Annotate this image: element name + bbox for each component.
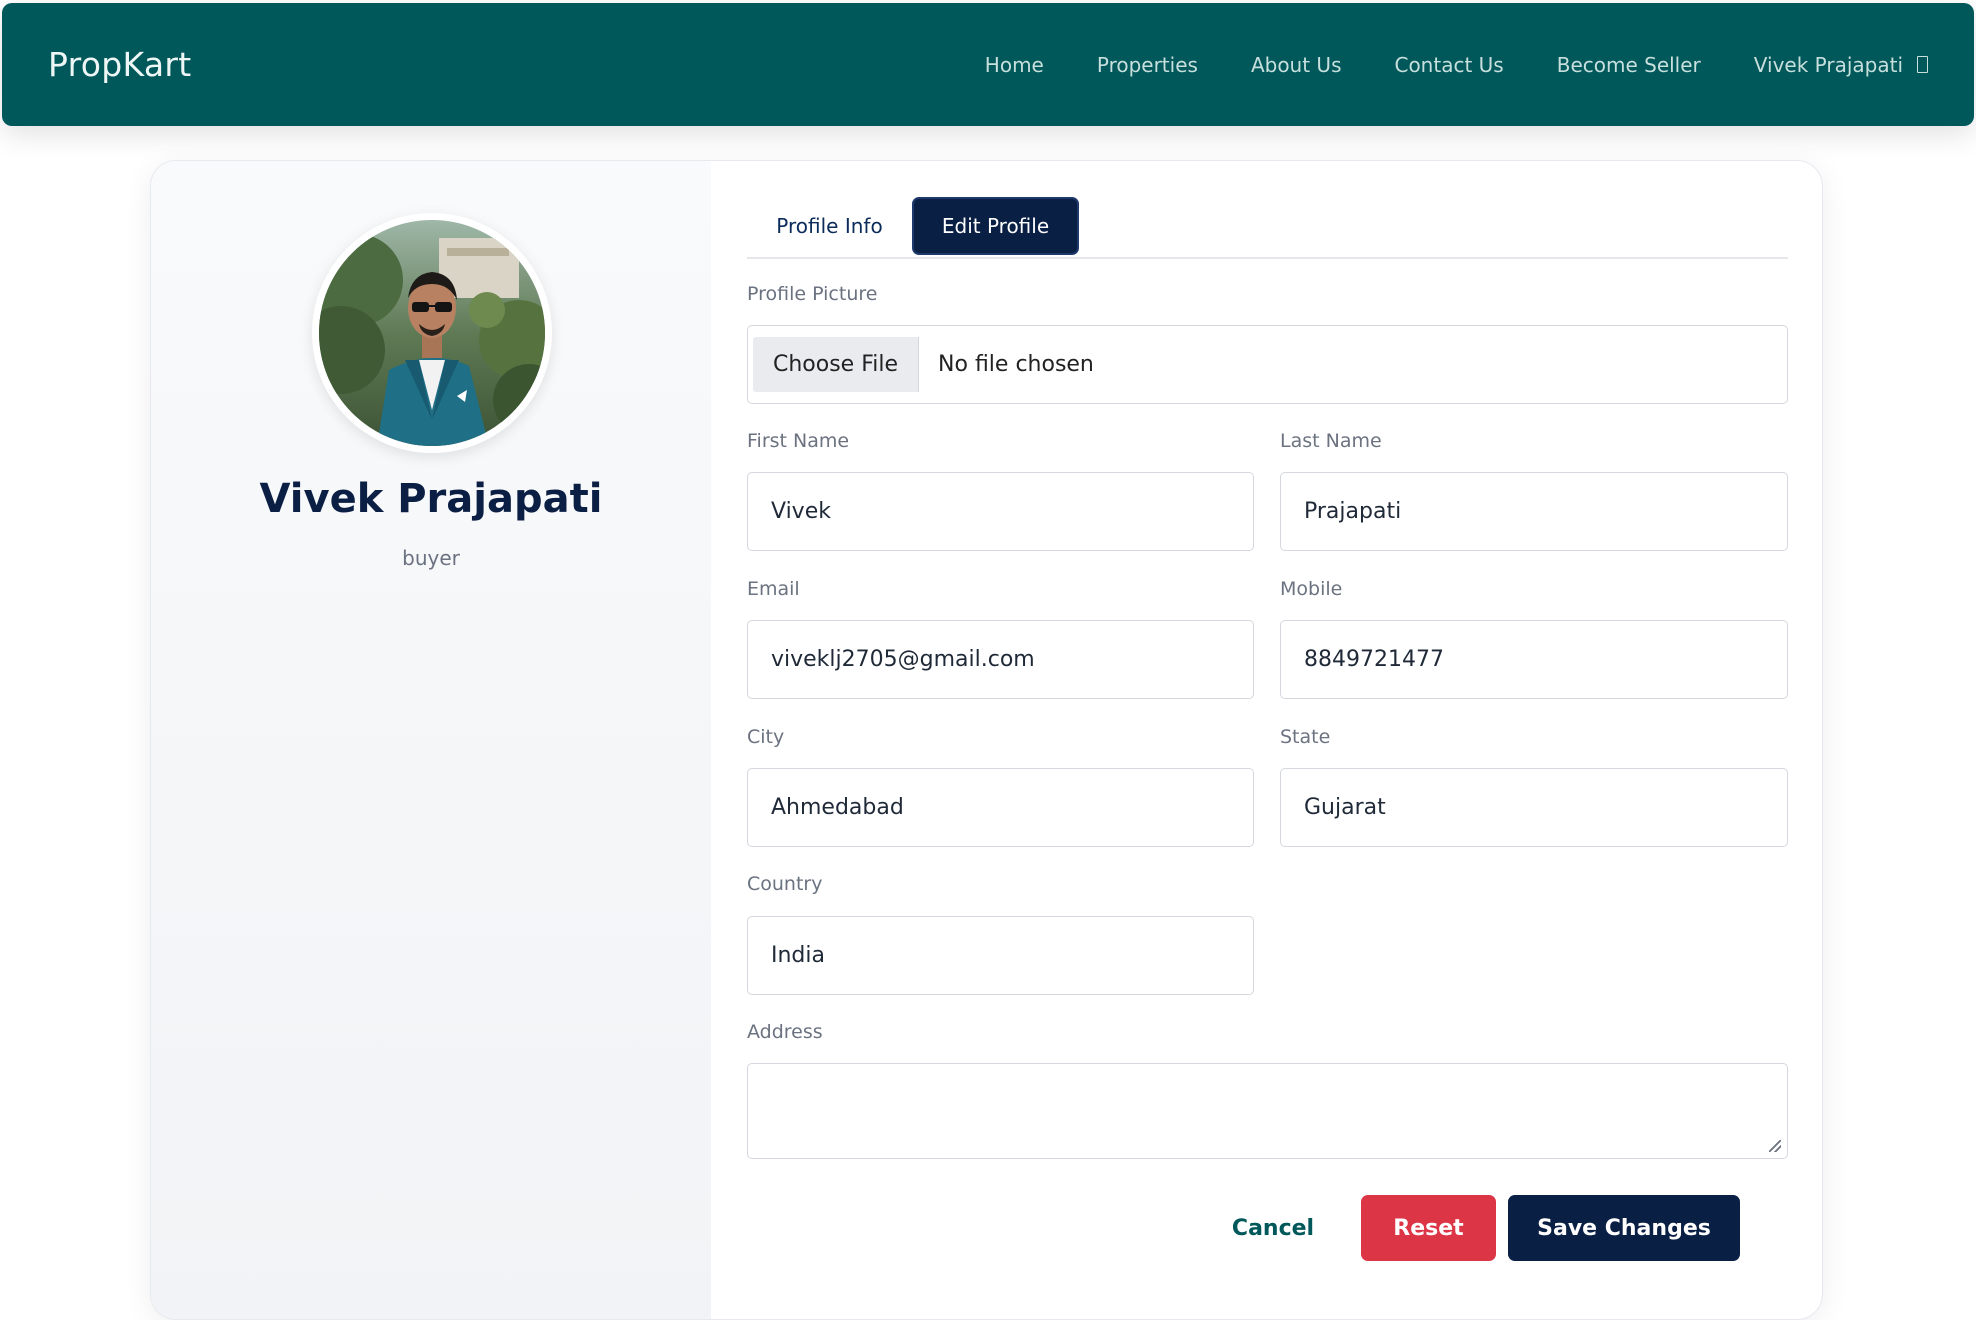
user-menu-name: Vivek Prajapati: [1753, 52, 1903, 77]
profile-picture-input[interactable]: Choose File No file chosen: [747, 325, 1788, 404]
resize-handle-icon[interactable]: [1769, 1140, 1781, 1152]
city-label: City: [747, 726, 785, 748]
choose-file-button[interactable]: Choose File: [753, 337, 920, 392]
nav-link-about-us[interactable]: About Us: [1251, 53, 1342, 77]
tab-profile-info[interactable]: Profile Info: [747, 197, 912, 255]
mobile-label: Mobile: [1280, 578, 1343, 600]
email-input[interactable]: viveklj2705@gmail.com: [747, 620, 1254, 699]
cancel-button[interactable]: Cancel: [1213, 1195, 1333, 1261]
address-textarea[interactable]: [747, 1063, 1788, 1159]
country-label: Country: [747, 873, 823, 895]
avatar: [319, 220, 545, 446]
profile-sidebar: Vivek Prajapati buyer: [151, 161, 711, 1319]
avatar-frame: [312, 213, 552, 453]
reset-button[interactable]: Reset: [1361, 1195, 1496, 1261]
first-name-label: First Name: [747, 430, 850, 452]
country-input[interactable]: India: [747, 916, 1254, 995]
profile-role: buyer: [402, 546, 460, 570]
file-status: No file chosen: [938, 352, 1094, 377]
dropdown-icon: [1917, 56, 1928, 73]
profile-name: Vivek Prajapati: [259, 476, 603, 522]
user-menu[interactable]: Vivek Prajapati: [1754, 53, 1928, 77]
nav-link-contact-us[interactable]: Contact Us: [1394, 53, 1503, 77]
nav-link-home[interactable]: Home: [985, 53, 1044, 77]
profile-tabs: Profile Info Edit Profile: [747, 197, 1788, 259]
profile-picture-label: Profile Picture: [747, 283, 878, 305]
nav-links: Home Properties About Us Contact Us Beco…: [985, 53, 1928, 77]
state-label: State: [1280, 726, 1331, 748]
last-name-label: Last Name: [1280, 430, 1382, 452]
address-label: Address: [747, 1021, 823, 1043]
email-label: Email: [747, 578, 800, 600]
nav-link-properties[interactable]: Properties: [1097, 53, 1198, 77]
nav-link-become-seller[interactable]: Become Seller: [1557, 53, 1701, 77]
edit-profile-panel: Profile Info Edit Profile Profile Pictur…: [711, 161, 1822, 1319]
profile-card: Vivek Prajapati buyer Profile Info Edit …: [150, 160, 1823, 1320]
city-input[interactable]: Ahmedabad: [747, 768, 1254, 847]
first-name-input[interactable]: Vivek: [747, 472, 1254, 551]
last-name-input[interactable]: Prajapati: [1280, 472, 1788, 551]
brand-logo[interactable]: PropKart: [48, 45, 192, 84]
tab-edit-profile[interactable]: Edit Profile: [912, 197, 1079, 255]
save-changes-button[interactable]: Save Changes: [1508, 1195, 1740, 1261]
mobile-input[interactable]: 8849721477: [1280, 620, 1788, 699]
top-navbar: PropKart Home Properties About Us Contac…: [2, 3, 1974, 126]
state-input[interactable]: Gujarat: [1280, 768, 1788, 847]
